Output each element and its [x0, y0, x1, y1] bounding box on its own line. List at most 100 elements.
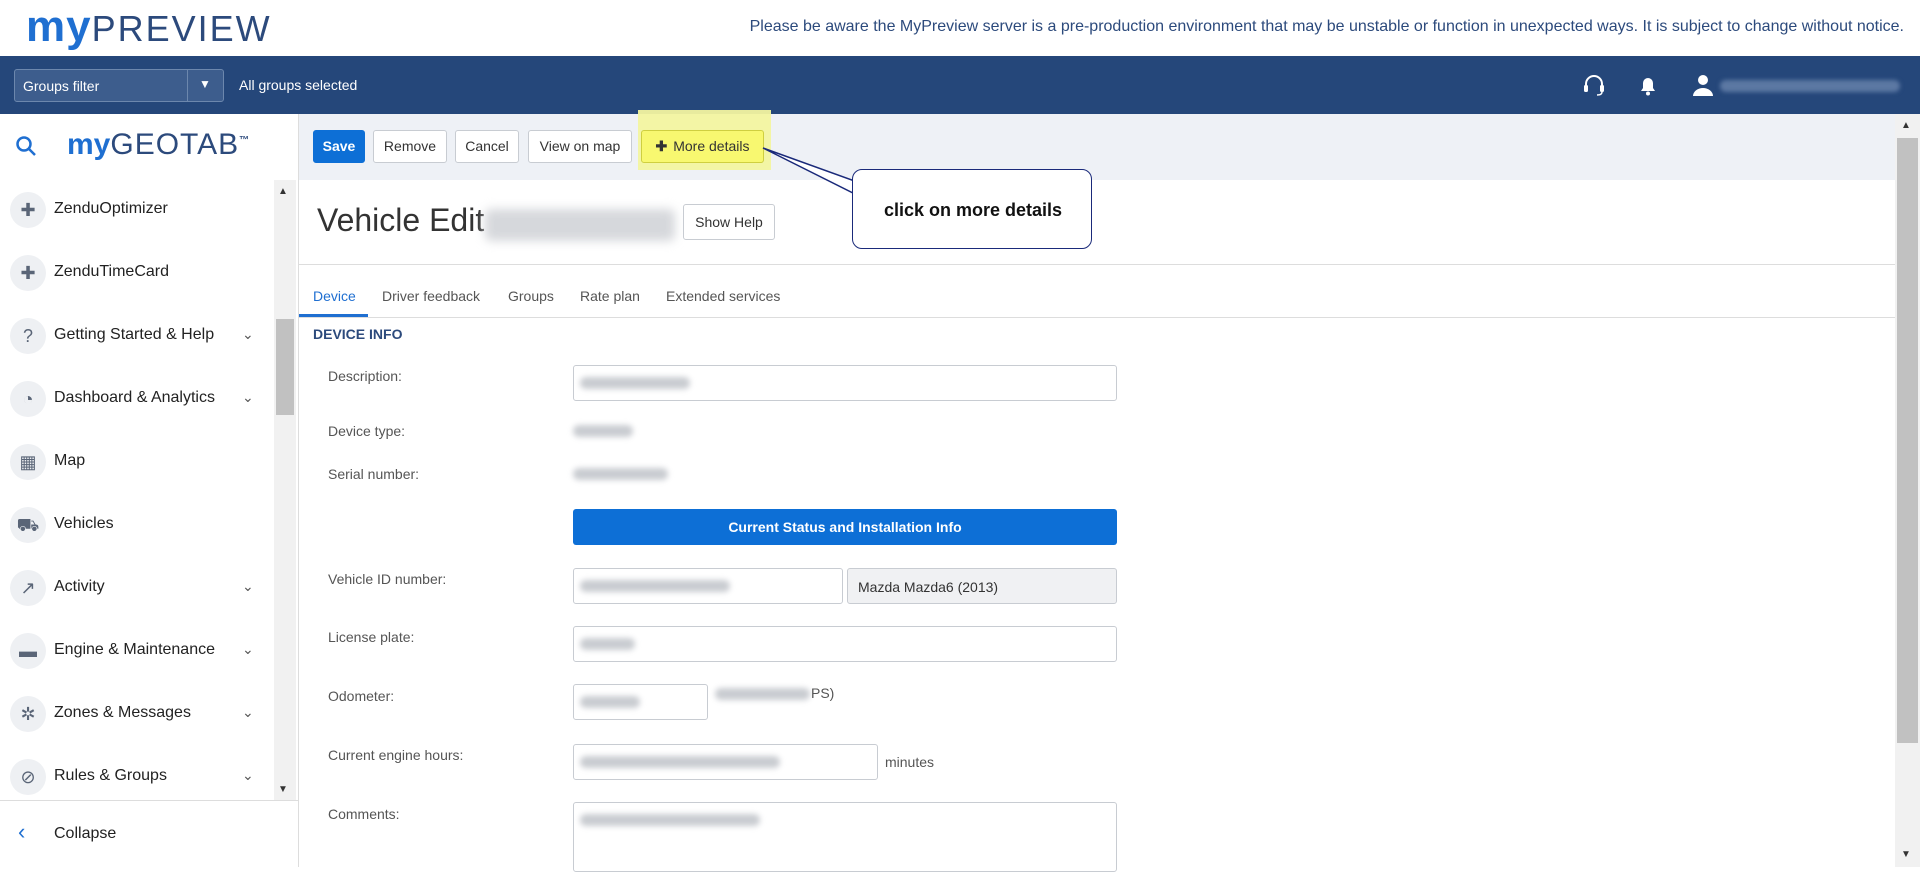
- chevron-down-icon: ⌄: [242, 704, 254, 720]
- sidebar-item-label: Engine & Maintenance: [54, 641, 215, 658]
- engine-icon: ▬: [10, 633, 46, 669]
- sidebar-item-getting-started[interactable]: ? Getting Started & Help ⌄: [0, 306, 270, 368]
- chevron-down-icon: ⌄: [242, 767, 254, 783]
- tab-rate-plan[interactable]: Rate plan: [580, 288, 640, 304]
- engine-hours-input[interactable]: [573, 744, 878, 780]
- odometer-value-redacted: [580, 696, 640, 708]
- chevron-down-icon: ⌄: [242, 389, 254, 405]
- sidebar-scrollbar-thumb[interactable]: [276, 319, 294, 415]
- sidebar-item-label: Zones & Messages: [54, 704, 191, 721]
- dropdown-separator: [187, 70, 188, 101]
- scroll-down-arrow-icon[interactable]: ▼: [278, 784, 288, 795]
- description-label: Description:: [328, 368, 402, 384]
- scroll-up-arrow-icon[interactable]: ▲: [278, 186, 288, 197]
- odometer-label: Odometer:: [328, 688, 395, 704]
- groups-filter-label: Groups filter: [23, 78, 100, 94]
- vin-label: Vehicle ID number:: [328, 571, 447, 587]
- chevron-down-icon[interactable]: ▼: [199, 77, 211, 91]
- more-details-label: More details: [673, 138, 750, 154]
- save-button[interactable]: Save: [313, 130, 365, 163]
- view-on-map-button[interactable]: View on map: [528, 130, 632, 163]
- groups-status: All groups selected: [239, 77, 358, 93]
- vin-input[interactable]: [573, 568, 843, 604]
- engine-minutes-unit: minutes: [885, 754, 935, 770]
- user-account-icon[interactable]: [1690, 72, 1716, 98]
- vehicle-model-field: Mazda Mazda6 (2013): [847, 568, 1117, 604]
- sidebar-item-activity[interactable]: ↗ Activity ⌄: [0, 558, 270, 620]
- mypreview-logo[interactable]: myPREVIEW: [26, 2, 272, 52]
- odometer-input[interactable]: [573, 684, 708, 720]
- more-details-button[interactable]: ✚ More details: [641, 130, 764, 163]
- odometer-source-redacted: [715, 688, 810, 700]
- sidebar-item-zenduoptimizer[interactable]: ✚ ZenduOptimizer: [0, 180, 270, 242]
- sidebar-item-engine-maintenance[interactable]: ▬ Engine & Maintenance ⌄: [0, 621, 270, 683]
- puzzle-icon: ✚: [10, 192, 46, 228]
- user-email-redacted[interactable]: [1720, 80, 1900, 92]
- instruction-callout: click on more details: [852, 169, 1092, 249]
- zones-icon: ✲: [10, 696, 46, 732]
- comments-textarea[interactable]: [573, 802, 1117, 872]
- map-icon: ▦: [10, 444, 46, 480]
- sidebar-item-label: Dashboard & Analytics: [54, 389, 215, 406]
- chevron-down-icon: ⌄: [242, 578, 254, 594]
- description-input[interactable]: [573, 365, 1117, 401]
- sidebar: myGEOTAB™ ✚ ZenduOptimizer ✚ ZenduTimeCa…: [0, 114, 299, 868]
- page-title: Vehicle Edit: [317, 202, 485, 238]
- show-help-button[interactable]: Show Help: [683, 204, 775, 240]
- sidebar-item-zendutimecard[interactable]: ✚ ZenduTimeCard: [0, 243, 270, 305]
- tab-groups[interactable]: Groups: [508, 288, 554, 304]
- header-divider: [299, 264, 1895, 265]
- comments-value-redacted: [580, 814, 760, 826]
- puzzle-icon: ✚: [10, 255, 46, 291]
- main-scrollbar-thumb[interactable]: [1897, 138, 1918, 743]
- license-plate-input[interactable]: [573, 626, 1117, 662]
- tab-device[interactable]: Device: [313, 288, 356, 304]
- remove-button[interactable]: Remove: [373, 130, 447, 163]
- device-type-label: Device type:: [328, 423, 406, 439]
- scroll-down-arrow-icon[interactable]: ▼: [1901, 849, 1911, 860]
- serial-number-label: Serial number:: [328, 466, 420, 482]
- sidebar-item-label: ZenduTimeCard: [54, 263, 170, 280]
- action-toolbar: Save Remove Cancel View on map ✚ More det…: [299, 110, 1895, 180]
- sidebar-header: myGEOTAB™: [0, 114, 298, 180]
- scroll-up-arrow-icon[interactable]: ▲: [1901, 120, 1911, 131]
- sidebar-item-label: Vehicles: [54, 515, 114, 532]
- pie-chart-icon: ◔: [10, 381, 46, 417]
- comments-label: Comments:: [328, 806, 400, 822]
- sidebar-item-zones-messages[interactable]: ✲ Zones & Messages ⌄: [0, 684, 270, 746]
- main-content: Save Remove Cancel View on map ✚ More det…: [299, 110, 1920, 872]
- sidebar-scrollbar[interactable]: [274, 180, 296, 800]
- device-info-heading: DEVICE INFO: [313, 326, 403, 342]
- odometer-source-suffix: PS): [811, 685, 835, 701]
- sidebar-item-map[interactable]: ▦ Map: [0, 432, 270, 494]
- collapse-label: Collapse: [54, 825, 117, 842]
- top-header: myPREVIEW Please be aware the MyPreview …: [0, 0, 1920, 56]
- collapse-sidebar-button[interactable]: ‹ Collapse: [0, 800, 298, 868]
- license-plate-value-redacted: [580, 638, 635, 650]
- plus-icon: ✚: [655, 138, 668, 154]
- chevron-left-icon: ‹: [18, 819, 26, 844]
- description-value-redacted: [580, 377, 690, 389]
- engine-hours-label: Current engine hours:: [328, 747, 464, 763]
- vin-value-redacted: [580, 580, 730, 592]
- help-icon: ?: [10, 318, 46, 354]
- headset-support-icon[interactable]: [1581, 72, 1607, 98]
- tabs-divider: [299, 317, 1895, 318]
- groups-filter-dropdown[interactable]: Groups filter ▼: [14, 69, 224, 102]
- sidebar-item-label: Activity: [54, 578, 105, 595]
- search-icon[interactable]: [14, 134, 38, 164]
- chevron-down-icon: ⌄: [242, 641, 254, 657]
- sidebar-item-label: Map: [54, 452, 86, 469]
- cancel-button[interactable]: Cancel: [455, 130, 519, 163]
- current-status-installation-button[interactable]: Current Status and Installation Info: [573, 509, 1117, 545]
- sidebar-item-label: Getting Started & Help: [54, 326, 215, 343]
- tab-driver-feedback[interactable]: Driver feedback: [382, 288, 480, 304]
- license-plate-label: License plate:: [328, 629, 415, 645]
- sidebar-item-vehicles[interactable]: ⛟ Vehicles: [0, 495, 270, 557]
- tab-extended-services[interactable]: Extended services: [666, 288, 780, 304]
- mygeotab-logo[interactable]: myGEOTAB™: [67, 128, 249, 162]
- engine-hours-value-redacted: [580, 756, 780, 768]
- sidebar-item-dashboard[interactable]: ◔ Dashboard & Analytics ⌄: [0, 369, 270, 431]
- bell-notification-icon[interactable]: [1635, 72, 1661, 98]
- preproduction-notice: Please be aware the MyPreview server is …: [749, 18, 1904, 35]
